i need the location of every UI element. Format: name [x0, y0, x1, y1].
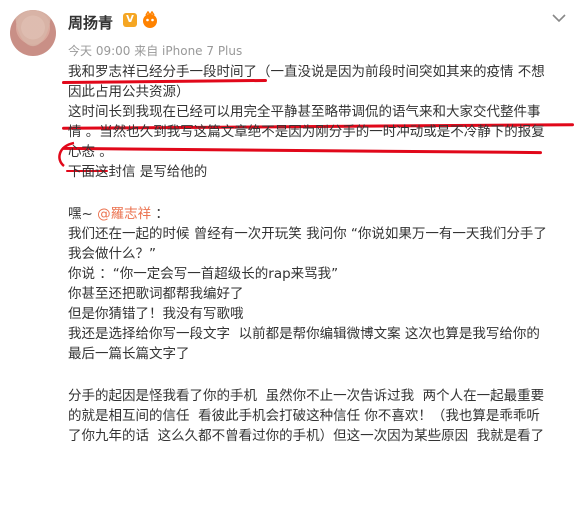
- post-line: 因此占用公共资源）: [68, 84, 190, 100]
- post-line: 最后一篇长篇文字了: [68, 346, 190, 362]
- post-line: 了你九年的话 这么久都不曾看过你的手机）但这一次因为某些原因 我就是看了: [68, 428, 545, 444]
- greeting-prefix: 嘿~: [68, 206, 98, 222]
- post-line: 你说 ：“你一定会写一首超级长的rap来骂我”: [68, 266, 339, 282]
- post-content: 我和罗志祥已经分手一段时间了（一直没说是因为前段时间突如其来的疫情 不想 因此占…: [68, 62, 570, 446]
- post-line: 情 。当然也久到我写这篇文章绝不是因为刚分手的一时冲动或是不冷静下的报复: [68, 124, 545, 140]
- post-line: 下面这封信 是写给他的: [68, 164, 208, 180]
- chevron-down-icon[interactable]: [551, 12, 567, 24]
- author-name[interactable]: 周扬青: [68, 12, 113, 33]
- greeting-line: 嘿~ @羅志祥 ：: [68, 204, 570, 224]
- post-line: 我们还在一起的时候 曾经有一次开玩笑 我问你 “你说如果万一有一天我们分手了: [68, 226, 547, 242]
- vip-member-icon: [143, 11, 157, 28]
- post-meta: 今天 09:00 来自 iPhone 7 Plus: [68, 42, 242, 59]
- avatar[interactable]: [10, 10, 56, 56]
- verified-badge-icon: V: [123, 13, 137, 27]
- post-line: 我还是选择给你写一段文字 以前都是帮你编辑微博文案 这次也算是我写给你的: [68, 326, 540, 342]
- greeting-suffix: ：: [151, 206, 169, 222]
- post-line: 心态 。: [68, 144, 113, 160]
- mention-link[interactable]: @羅志祥: [97, 206, 151, 222]
- post-line: 但是你猜错了！我没有写歌哦: [68, 306, 244, 322]
- post-time: 今天 09:00: [68, 44, 131, 58]
- post-line: 这时间长到我现在已经可以用完全平静甚至略带调侃的语气来和大家交代整件事: [68, 104, 541, 120]
- post-line: 我会做什么？”: [68, 246, 156, 262]
- post-source[interactable]: 来自 iPhone 7 Plus: [134, 44, 242, 58]
- post-line: 的就是相互间的信任 看彼此手机会打破这种信任 你不喜欢！（我也算是乖乖听: [68, 408, 540, 424]
- post-line: 我和罗志祥已经分手一段时间了（一直没说是因为前段时间突如其来的疫情 不想: [68, 64, 545, 80]
- post-line: 你甚至还把歌词都帮我编好了: [68, 286, 244, 302]
- post-line: 分手的起因是怪我看了你的手机 虽然你不止一次告诉过我 两个人在一起最重要: [68, 388, 545, 404]
